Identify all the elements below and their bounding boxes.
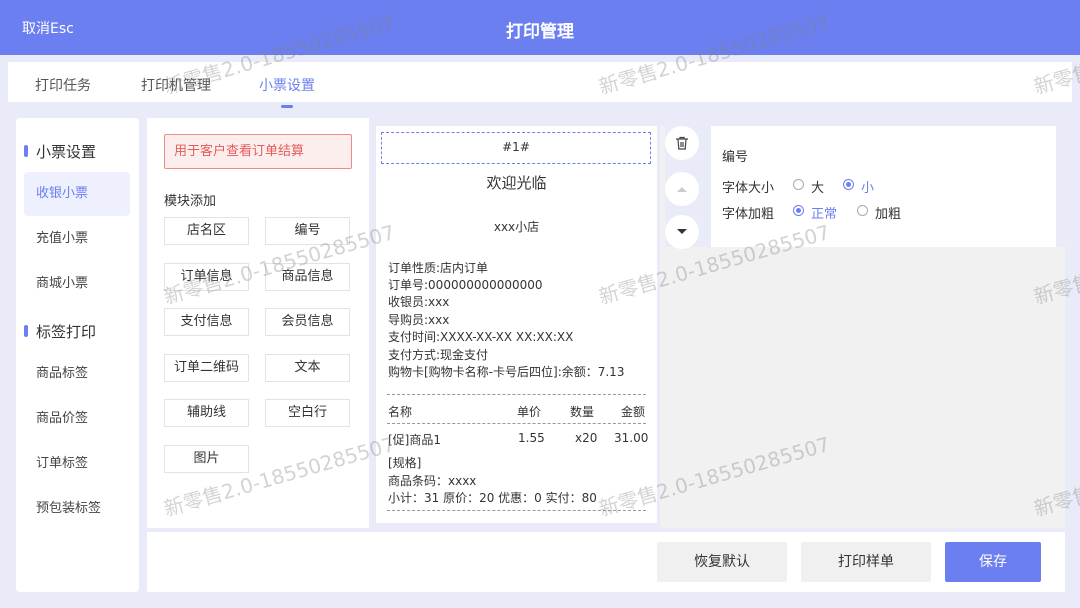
module-text-button[interactable]: 文本 xyxy=(265,354,350,382)
receipt-welcome[interactable]: 欢迎光临 xyxy=(376,172,657,193)
receipt-cashier: 收银员:xxx xyxy=(388,295,450,309)
radio-circle xyxy=(843,179,854,190)
bold-label: 字体加粗 xyxy=(722,207,775,222)
move-up-button[interactable] xyxy=(665,172,699,206)
trash-icon xyxy=(676,136,688,150)
sidebar-item-price-tag[interactable]: 商品价签 xyxy=(24,397,130,441)
radio-label: 正常 xyxy=(811,207,838,222)
bold-normal-radio[interactable]: 正常 xyxy=(793,203,837,222)
receipt-order-number: 订单号:000000000000000 xyxy=(388,278,543,292)
active-tab-indicator xyxy=(281,105,293,108)
module-product-info-button[interactable]: 商品信息 xyxy=(265,263,350,291)
receipt-preview: #1# 欢迎光临 xxx小店 订单性质:店内订单 订单号:00000000000… xyxy=(376,126,657,523)
receipt-guide: 导购员:xxx xyxy=(388,313,450,327)
move-down-button[interactable] xyxy=(665,215,699,249)
arrow-down-icon xyxy=(677,229,687,234)
font-size-large-radio[interactable]: 大 xyxy=(793,177,824,196)
sidebar-item-mall-receipt[interactable]: 商城小票 xyxy=(24,262,130,306)
arrow-up-icon xyxy=(677,187,687,192)
radio-circle xyxy=(793,205,804,216)
top-bar: 取消Esc 打印管理 xyxy=(0,0,1080,55)
item-price: 1.55 xyxy=(518,431,545,445)
tab-bar: 打印任务 打印机管理 小票设置 xyxy=(8,62,1072,108)
radio-label: 加粗 xyxy=(875,207,902,222)
group-marker xyxy=(24,325,28,337)
item-amount: 31.00 xyxy=(614,431,649,445)
item-spec: [规格] xyxy=(388,456,422,470)
receipt-pay-time: 支付时间:XXXX-XX-XX XX:XX:XX xyxy=(388,330,574,344)
page-title: 打印管理 xyxy=(506,22,574,42)
font-size-small-radio[interactable]: 小 xyxy=(843,177,874,196)
receipt-pay-method: 支付方式:现金支付 xyxy=(388,348,489,362)
module-member-info-button[interactable]: 会员信息 xyxy=(265,308,350,336)
group-marker xyxy=(24,145,28,157)
item-name: [促]商品1 xyxy=(388,433,441,447)
footer-bar: 恢复默认 打印样单 保存 xyxy=(147,532,1065,592)
sidebar-item-recharge-receipt[interactable]: 充值小票 xyxy=(24,217,130,261)
sidebar-item-prepack-label[interactable]: 预包装标签 xyxy=(24,487,130,531)
receipt-hint: 用于客户查看订单结算 xyxy=(164,134,352,169)
tab-printer-management[interactable]: 打印机管理 xyxy=(141,75,211,95)
sidebar-group-label: 标签打印 xyxy=(36,323,97,341)
col-price: 单价 xyxy=(517,405,542,419)
sidebar-group-receipt: 小票设置 xyxy=(24,141,96,162)
sidebar-item-cashier-receipt[interactable]: 收银小票 xyxy=(24,172,130,216)
print-sample-button[interactable]: 打印样单 xyxy=(801,542,931,582)
canvas-background xyxy=(660,247,1065,528)
bold-bold-radio[interactable]: 加粗 xyxy=(857,203,901,222)
col-qty: 数量 xyxy=(570,405,595,419)
properties-panel: 编号 字体大小 大 小 字体加粗 正常 加粗 xyxy=(711,126,1056,247)
col-amount: 金额 xyxy=(621,405,646,419)
module-guide-line-button[interactable]: 辅助线 xyxy=(164,399,249,427)
item-qty: x20 xyxy=(575,431,598,445)
sidebar: 小票设置 收银小票 充值小票 商城小票 标签打印 商品标签 商品价签 订单标签 … xyxy=(16,118,139,592)
restore-default-button[interactable]: 恢复默认 xyxy=(657,542,787,582)
tab-receipt-settings[interactable]: 小票设置 xyxy=(259,75,315,108)
item-barcode: 商品条码：xxxx xyxy=(388,474,477,488)
module-blank-line-button[interactable]: 空白行 xyxy=(265,399,350,427)
module-payment-info-button[interactable]: 支付信息 xyxy=(164,308,249,336)
module-shop-name-button[interactable]: 店名区 xyxy=(164,217,249,245)
module-order-info-button[interactable]: 订单信息 xyxy=(164,263,249,291)
font-size-label: 字体大小 xyxy=(722,181,775,196)
tab-receipt-settings-label: 小票设置 xyxy=(259,78,315,94)
receipt-shopping-card: 购物卡[购物卡名称-卡号后四位]:余额：7.13 xyxy=(388,365,625,379)
receipt-shop-name[interactable]: xxx小店 xyxy=(376,218,657,235)
item-subtotal: 小计：31 原价：20 优惠：0 实付：80 xyxy=(388,491,597,505)
radio-circle xyxy=(857,205,868,216)
radio-label: 大 xyxy=(811,181,825,196)
radio-circle xyxy=(793,179,804,190)
receipt-divider xyxy=(387,510,646,511)
module-panel: 用于客户查看订单结算 模块添加 店名区 编号 订单信息 商品信息 支付信息 会员… xyxy=(147,118,369,528)
delete-block-button[interactable] xyxy=(665,126,699,160)
properties-title: 编号 xyxy=(722,150,749,165)
radio-label: 小 xyxy=(861,181,875,196)
receipt-order-type: 订单性质:店内订单 xyxy=(388,261,489,275)
tab-print-tasks[interactable]: 打印任务 xyxy=(35,75,91,95)
save-button[interactable]: 保存 xyxy=(945,542,1041,582)
receipt-divider xyxy=(387,394,646,395)
module-add-title: 模块添加 xyxy=(164,194,217,209)
sidebar-group-label: 小票设置 xyxy=(36,143,97,161)
col-name: 名称 xyxy=(388,405,413,419)
sidebar-item-order-label[interactable]: 订单标签 xyxy=(24,442,130,486)
module-image-button[interactable]: 图片 xyxy=(164,445,249,473)
module-order-qrcode-button[interactable]: 订单二维码 xyxy=(164,354,249,382)
module-number-button[interactable]: 编号 xyxy=(265,217,350,245)
sidebar-item-product-label[interactable]: 商品标签 xyxy=(24,352,130,396)
receipt-divider xyxy=(387,423,646,424)
receipt-number-block[interactable]: #1# xyxy=(381,132,651,164)
sidebar-group-label-print: 标签打印 xyxy=(24,321,96,342)
